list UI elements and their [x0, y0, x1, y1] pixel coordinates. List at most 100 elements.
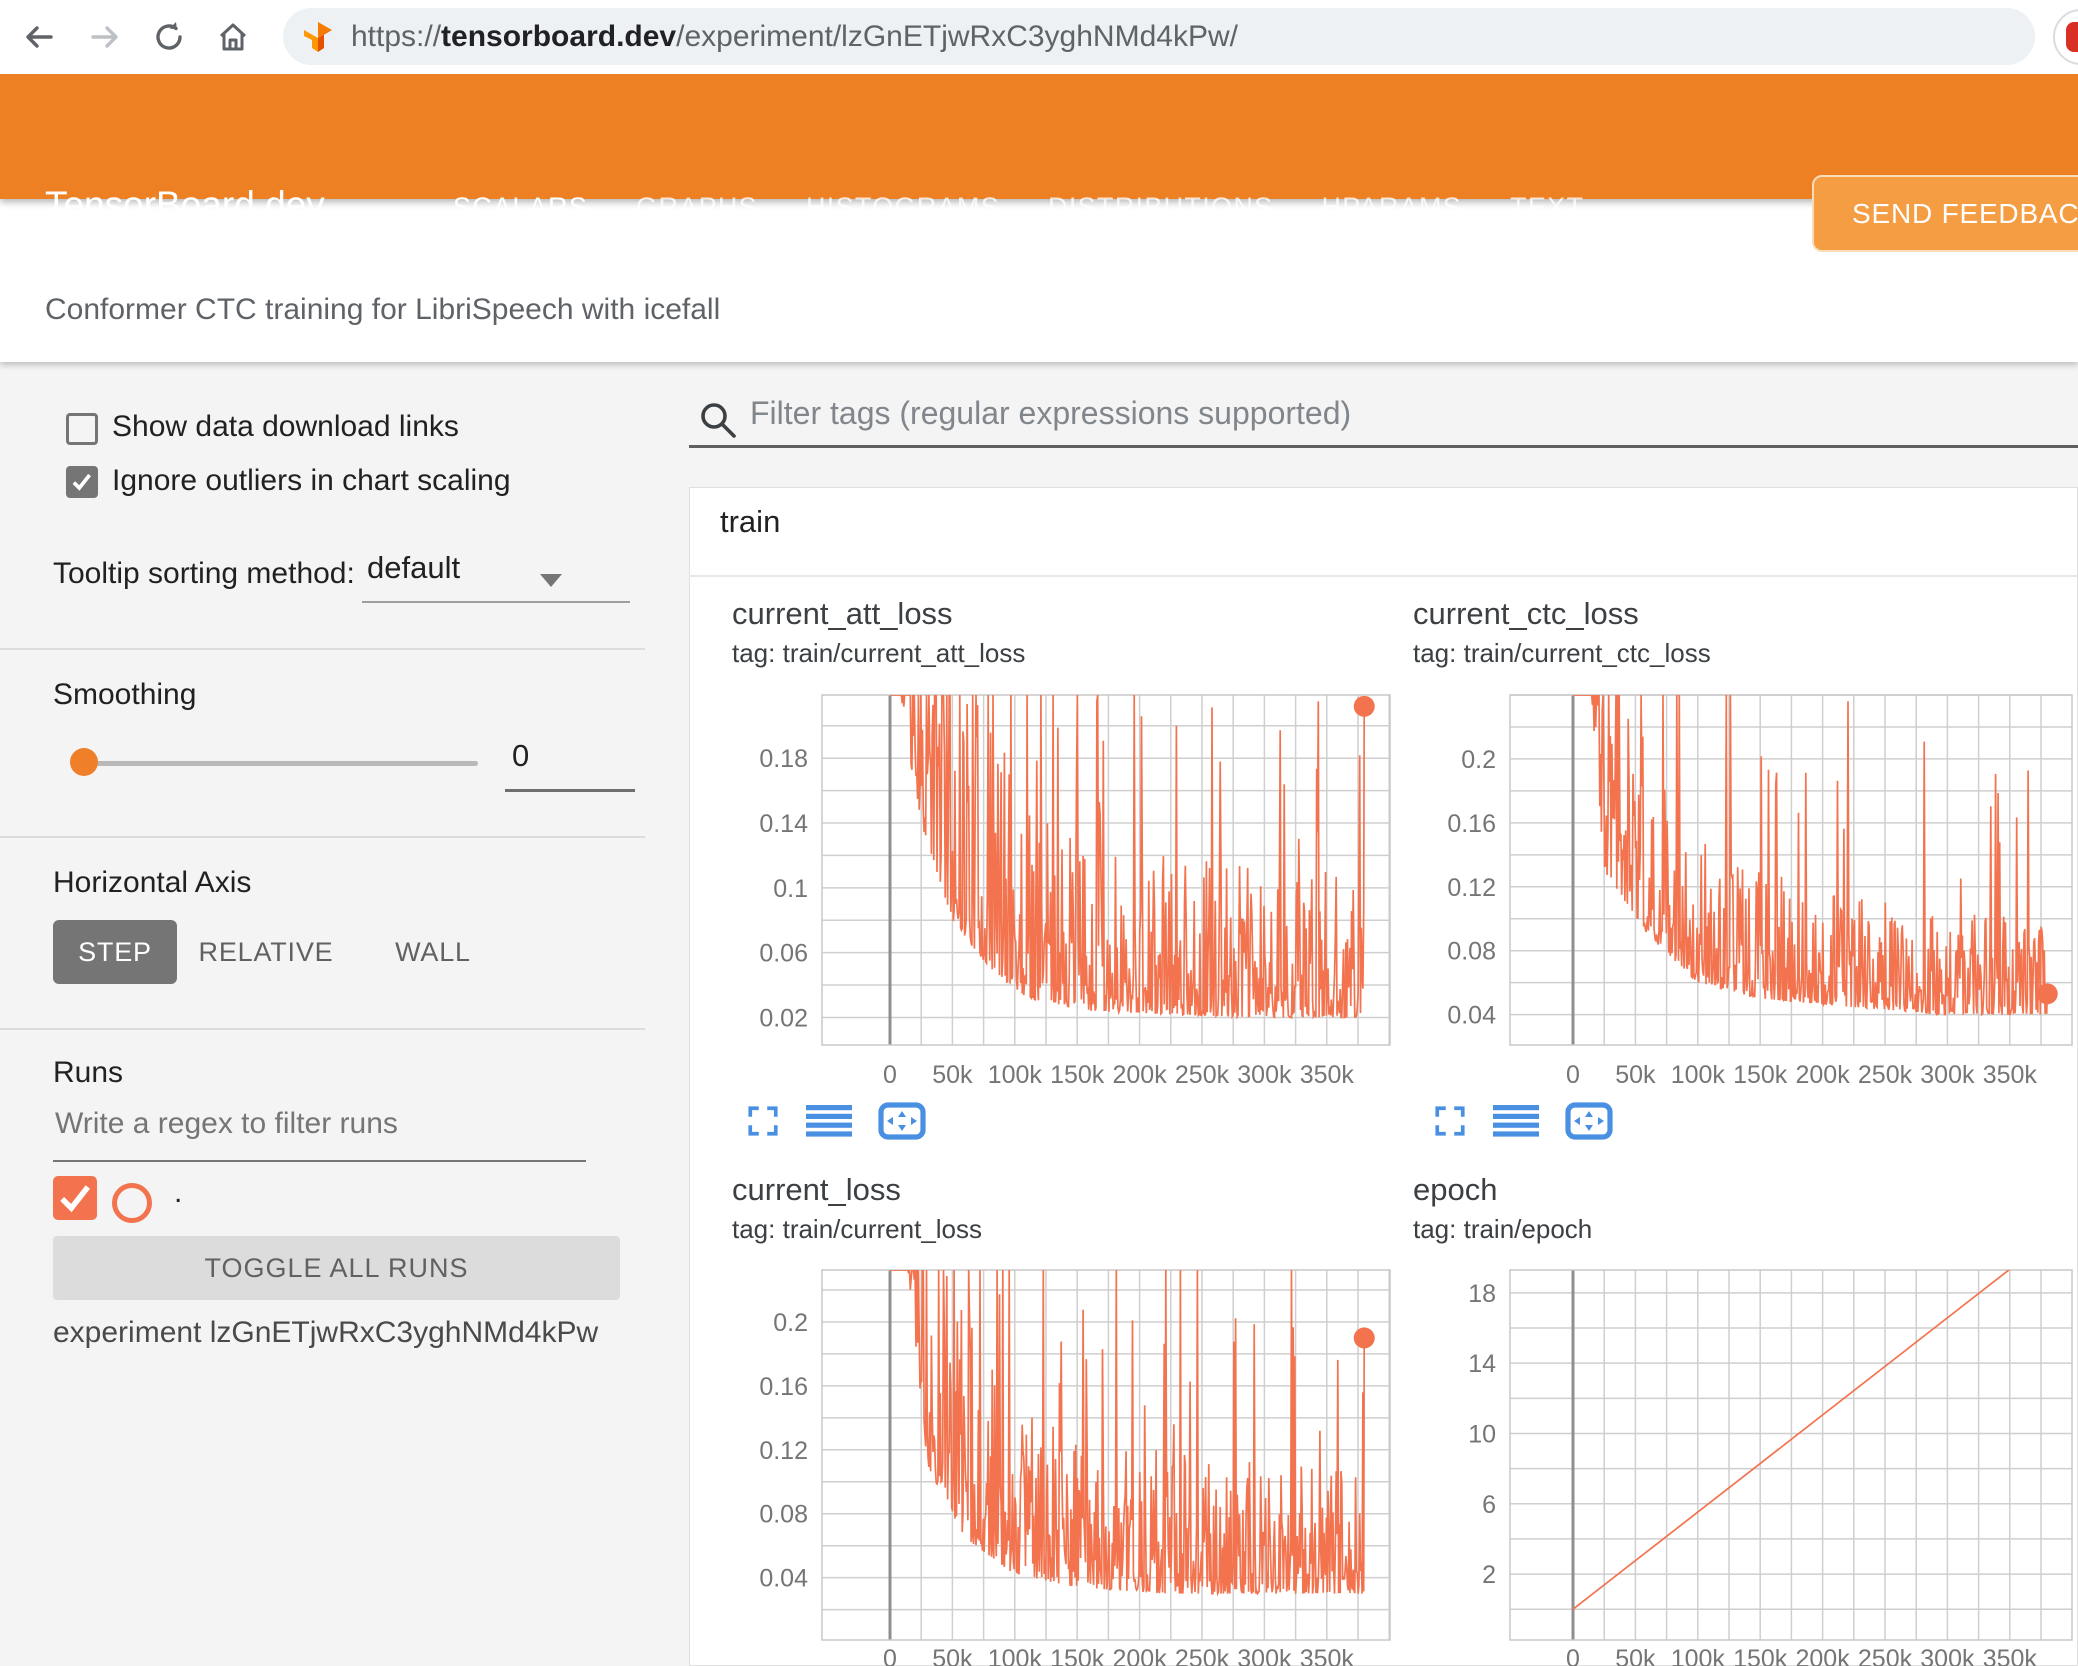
chart-current-att-loss[interactable]: 0.020.060.10.140.180 50k 100k 150k 200k 250k 3… [700, 690, 1400, 1100]
run-color-swatch [112, 1183, 152, 1223]
svg-text:300k: 300k [1920, 1061, 1975, 1089]
svg-text:0.08: 0.08 [759, 1501, 808, 1529]
axis-relative-button[interactable]: RELATIVE [196, 920, 336, 984]
tab-hparams[interactable]: HPARAMS [1321, 192, 1462, 223]
run-name: . [174, 1176, 183, 1209]
svg-text:50k: 50k [932, 1061, 973, 1089]
svg-text:2: 2 [1482, 1561, 1496, 1589]
toggle-all-runs-button[interactable]: TOGGLE ALL RUNS [53, 1236, 620, 1300]
runs-filter-underline [53, 1160, 586, 1162]
brand-title: TensorBoard.dev [45, 184, 325, 225]
url-text: https://tensorboard.dev/experiment/lzGnE… [351, 19, 1238, 53]
experiment-id-label: experiment lzGnETjwRxC3yghNMd4kPw [53, 1316, 599, 1349]
svg-text:0.12: 0.12 [1447, 874, 1496, 902]
chart-tag: tag: train/epoch [1413, 1214, 1593, 1244]
smoothing-value[interactable]: 0 [512, 738, 529, 774]
svg-text:0.14: 0.14 [759, 810, 808, 838]
chart-current-ctc-loss[interactable]: 0.040.080.120.160.20 50k 100k 150k 200k 250k 3… [1395, 690, 2078, 1100]
svg-text:0: 0 [1566, 1061, 1580, 1089]
tooltip-sorting-label: Tooltip sorting method: [53, 557, 355, 590]
log-scale-icon[interactable] [1493, 1105, 1539, 1137]
svg-text:150k: 150k [1733, 1645, 1788, 1666]
svg-text:150k: 150k [1050, 1645, 1105, 1666]
svg-text:150k: 150k [1050, 1061, 1105, 1089]
address-bar[interactable]: https://tensorboard.dev/experiment/lzGnE… [283, 8, 2035, 65]
tooltip-sorting-underline [362, 601, 630, 603]
chart-current-loss[interactable]: 0.04 0.08 0.12 0.16 0.2 0 50k 100k 150k 200k 250k 3… [700, 1265, 1400, 1666]
chart-title: current_ctc_loss [1413, 596, 1639, 631]
svg-text:0: 0 [1566, 1645, 1580, 1666]
svg-text:100k: 100k [1671, 1061, 1726, 1089]
smoothing-slider-thumb[interactable] [70, 748, 98, 776]
tag-group-title[interactable]: train [720, 504, 780, 540]
svg-text:0.2: 0.2 [773, 1309, 808, 1337]
runs-filter-input[interactable] [53, 1106, 597, 1142]
send-feedback-button[interactable]: SEND FEEDBACK [1812, 175, 2078, 252]
active-tab-underline [429, 267, 597, 273]
ignore-outliers-label: Ignore outliers in chart scaling [112, 464, 511, 497]
horizontal-axis-label: Horizontal Axis [53, 866, 252, 899]
tab-distributions[interactable]: DISTRIBUTIONS [1048, 192, 1273, 223]
fit-domain-icon[interactable] [1565, 1102, 1613, 1140]
svg-text:0.04: 0.04 [759, 1565, 808, 1593]
chart-tag: tag: train/current_ctc_loss [1413, 638, 1711, 668]
home-icon[interactable] [216, 20, 250, 54]
svg-text:350k: 350k [1300, 1645, 1355, 1666]
nav-tabs: SCALARS GRAPHS HISTOGRAMS DISTRIBUTIONS … [453, 192, 1584, 223]
svg-text:0.1: 0.1 [773, 875, 808, 903]
extension-icon[interactable] [2053, 9, 2078, 65]
svg-text:0.02: 0.02 [759, 1004, 808, 1032]
tooltip-sorting-select[interactable]: default [367, 550, 460, 586]
tab-text[interactable]: TEXT [1510, 192, 1584, 223]
svg-text:100k: 100k [1671, 1645, 1726, 1666]
svg-text:100k: 100k [988, 1645, 1043, 1666]
ignore-outliers-checkbox[interactable] [66, 466, 98, 498]
chart-title: current_att_loss [732, 596, 953, 631]
reload-icon[interactable] [152, 20, 186, 54]
check-icon [72, 473, 92, 491]
svg-text:200k: 200k [1795, 1061, 1850, 1089]
svg-text:250k: 250k [1858, 1645, 1913, 1666]
back-icon[interactable] [22, 20, 56, 54]
smoothing-value-underline [505, 789, 635, 792]
svg-text:300k: 300k [1237, 1061, 1292, 1089]
tab-scalars[interactable]: SCALARS [453, 192, 588, 223]
svg-text:250k: 250k [1175, 1061, 1230, 1089]
filter-tags-input[interactable] [748, 394, 1852, 433]
svg-text:50k: 50k [1615, 1645, 1656, 1666]
svg-text:350k: 350k [1300, 1061, 1355, 1089]
svg-text:0.16: 0.16 [1447, 810, 1496, 838]
svg-text:350k: 350k [1983, 1645, 2038, 1666]
axis-step-button[interactable]: STEP [53, 920, 177, 984]
chart-toolbar [1433, 1102, 1613, 1140]
browser-toolbar: https://tensorboard.dev/experiment/lzGnE… [0, 0, 2078, 74]
fullscreen-icon[interactable] [746, 1104, 780, 1138]
svg-text:200k: 200k [1112, 1061, 1167, 1089]
chart-tag: tag: train/current_att_loss [732, 638, 1026, 668]
run-checkbox[interactable] [53, 1176, 97, 1220]
chart-epoch[interactable]: 2 6 10 14 18 0 50k 100k 150k 200k 250k 300k 350k [1395, 1265, 2078, 1666]
tab-graphs[interactable]: GRAPHS [636, 192, 758, 223]
fullscreen-icon[interactable] [1433, 1104, 1467, 1138]
svg-text:0.18: 0.18 [759, 745, 808, 773]
log-scale-icon[interactable] [806, 1105, 852, 1137]
divider [0, 648, 645, 650]
svg-text:200k: 200k [1112, 1645, 1167, 1666]
experiment-subtitle: Conformer CTC training for LibriSpeech w… [45, 293, 721, 326]
tab-histograms[interactable]: HISTOGRAMS [806, 192, 1000, 223]
svg-text:350k: 350k [1983, 1061, 2038, 1089]
svg-text:10: 10 [1468, 1420, 1496, 1448]
chevron-down-icon[interactable] [540, 574, 562, 587]
smoothing-slider-track[interactable] [85, 761, 478, 766]
fit-domain-icon[interactable] [878, 1102, 926, 1140]
chart-tag: tag: train/current_loss [732, 1214, 983, 1244]
show-download-checkbox[interactable] [66, 413, 98, 445]
svg-text:50k: 50k [1615, 1061, 1656, 1089]
svg-text:14: 14 [1468, 1350, 1496, 1378]
svg-text:300k: 300k [1920, 1645, 1975, 1666]
divider [0, 1028, 645, 1030]
forward-icon[interactable] [88, 20, 122, 54]
axis-wall-button[interactable]: WALL [383, 920, 483, 984]
svg-text:18: 18 [1468, 1280, 1496, 1308]
svg-text:200k: 200k [1795, 1645, 1850, 1666]
